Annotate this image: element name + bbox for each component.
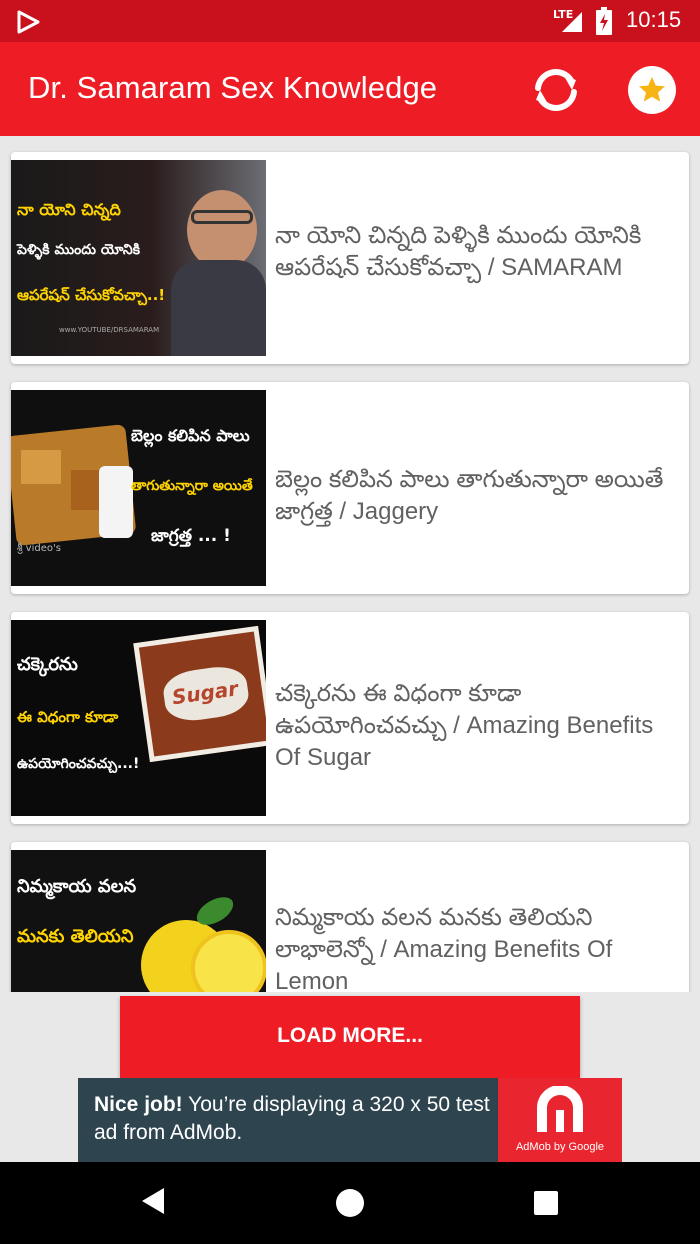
clock: 10:15: [626, 7, 682, 32]
video-card[interactable]: బెల్లం కలిపిన పాలు తాగుతున్నారా అయితే జా…: [11, 382, 689, 594]
load-more-label: LOAD MORE...: [277, 1024, 423, 1047]
video-list[interactable]: నా యోని చిన్నది పెళ్ళికి ముందు యోనికి ఆప…: [0, 136, 700, 992]
play-store-icon: [17, 10, 40, 34]
video-card[interactable]: Sugar చక్కెరను ఈ విధంగా కూడా ఉపయోగించవచ్…: [11, 612, 689, 824]
thumbnail-line: జాగ్రత్త ... !: [151, 526, 231, 546]
lemon-slice: [191, 930, 266, 992]
video-thumbnail: Sugar చక్కెరను ఈ విధంగా కూడా ఉపయోగించవచ్…: [11, 620, 266, 816]
ad-headline: Nice job!: [94, 1093, 183, 1116]
video-title[interactable]: బెల్లం కలిపిన పాలు తాగుతున్నారా అయితే జా…: [275, 464, 665, 528]
ad-text: Nice job! You’re displaying a 320 x 50 t…: [94, 1091, 494, 1147]
back-icon[interactable]: [140, 1186, 166, 1216]
thumbnail-line: ఈ విధంగా కూడా: [17, 708, 119, 726]
video-card[interactable]: నా యోని చిన్నది పెళ్ళికి ముందు యోనికి ఆప…: [11, 152, 689, 364]
load-more-button[interactable]: LOAD MORE...: [120, 996, 580, 1078]
video-title[interactable]: నా యోని చిన్నది పెళ్ళికి ముందు యోనికి ఆప…: [275, 220, 665, 284]
doctor-portrait: [187, 190, 257, 270]
signal-icon: [562, 12, 582, 32]
thumbnail-line: నా యోని చిన్నది: [17, 200, 121, 219]
jaggery-piece: [21, 450, 61, 484]
refresh-icon[interactable]: [528, 62, 584, 118]
admob-brand: AdMob by Google: [515, 1141, 605, 1153]
video-thumbnail: నా యోని చిన్నది పెళ్ళికి ముందు యోనికి ఆప…: [11, 160, 266, 356]
battery-charging-icon: [596, 7, 612, 35]
admob-logo: AdMob by Google: [498, 1078, 622, 1162]
ad-banner[interactable]: Nice job! You’re displaying a 320 x 50 t…: [78, 1078, 622, 1162]
app-bar: Dr. Samaram Sex Knowledge: [0, 42, 700, 136]
thumbnail-line: ఉపయోగించవచ్చు...!: [17, 756, 140, 772]
video-card[interactable]: నిమ్మకాయ వలన మనకు తెలియని నిమ్మకాయ వలన మ…: [11, 842, 689, 992]
video-thumbnail: నిమ్మకాయ వలన మనకు తెలియని: [11, 850, 266, 992]
navigation-bar: [0, 1162, 700, 1244]
thumbnail-line: బెల్లం కలిపిన పాలు: [131, 426, 250, 445]
thumbnail-caption: శ్రీ video's: [17, 543, 61, 554]
app-title: Dr. Samaram Sex Knowledge: [28, 70, 438, 105]
admob-icon: [537, 1086, 583, 1132]
recents-icon[interactable]: [534, 1191, 558, 1215]
doctor-suit: [171, 260, 266, 356]
video-thumbnail: బెల్లం కలిపిన పాలు తాగుతున్నారా అయితే జా…: [11, 390, 266, 586]
thumbnail-line: చక్కెరను: [17, 654, 78, 675]
thumbnail-caption: www.YOUTUBE/DRSAMARAM: [59, 326, 160, 334]
favorite-button[interactable]: [628, 66, 676, 114]
thumbnail-line: నిమ్మకాయ వలన: [17, 876, 137, 897]
video-title[interactable]: నిమ్మకాయ వలన మనకు తెలియని లాభాలెన్నో / A…: [275, 902, 665, 992]
thumbnail-line: తాగుతున్నారా అయితే: [131, 478, 253, 494]
glasses: [191, 210, 253, 224]
thumbnail-line: పెళ్ళికి ముందు యోనికి: [17, 242, 141, 258]
video-title[interactable]: చక్కెరను ఈ విధంగా కూడా ఉపయోగించవచ్చు / A…: [275, 678, 665, 774]
sugar-image: Sugar: [133, 625, 266, 763]
star-icon: [639, 77, 665, 102]
thumbnail-line: మనకు తెలియని: [17, 926, 134, 947]
status-bar: LTE 10:15: [0, 0, 700, 42]
milk-glass: [99, 466, 133, 538]
thumbnail-line: ఆపరేషన్ చేసుకోవచ్చా..!: [17, 286, 166, 304]
home-icon[interactable]: [336, 1189, 364, 1217]
